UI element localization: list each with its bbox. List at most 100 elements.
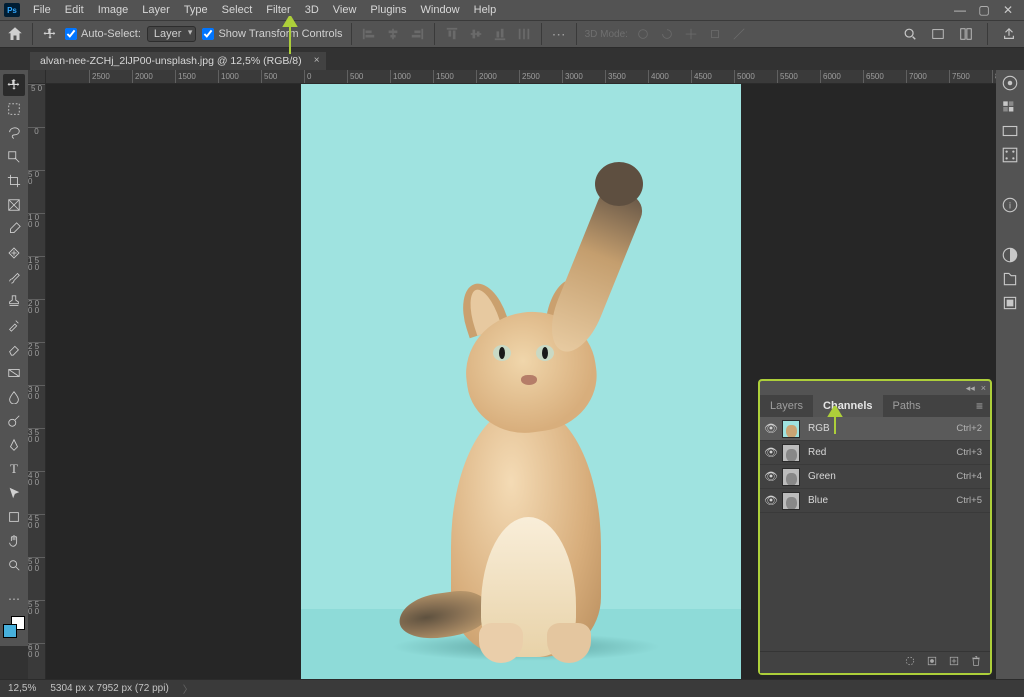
ruler-origin[interactable] — [28, 70, 46, 84]
healing-tool[interactable] — [3, 242, 25, 264]
menu-view[interactable]: View — [326, 4, 364, 16]
edit-toolbar-icon[interactable]: ⋯ — [3, 588, 25, 610]
home-icon[interactable] — [6, 25, 24, 43]
panel-gradients-icon[interactable] — [1001, 122, 1019, 140]
document-tab[interactable]: alvan-nee-ZCHj_2lJP00-unsplash.jpg @ 12,… — [30, 52, 326, 70]
marquee-tool[interactable] — [3, 98, 25, 120]
blur-tool[interactable] — [3, 386, 25, 408]
share-icon[interactable] — [1000, 25, 1018, 43]
menu-help[interactable]: Help — [467, 4, 504, 16]
close-tab-icon[interactable]: × — [314, 55, 320, 66]
frame-tool[interactable] — [3, 194, 25, 216]
visibility-toggle-icon[interactable]: 👁 — [760, 446, 782, 459]
menu-window[interactable]: Window — [414, 4, 467, 16]
show-transform-input[interactable] — [202, 28, 214, 40]
show-transform-checkbox[interactable]: Show Transform Controls — [202, 28, 342, 40]
panel-swatches-icon[interactable] — [1001, 98, 1019, 116]
lasso-tool[interactable] — [3, 122, 25, 144]
panel-styles-icon[interactable] — [1001, 294, 1019, 312]
align-hcenter-icon[interactable] — [384, 25, 402, 43]
path-select-tool[interactable] — [3, 482, 25, 504]
hand-tool[interactable] — [3, 530, 25, 552]
visibility-toggle-icon[interactable]: 👁 — [760, 422, 782, 435]
type-tool[interactable]: T — [3, 458, 25, 480]
align-bottom-icon[interactable] — [491, 25, 509, 43]
distribute-icon[interactable] — [515, 25, 533, 43]
align-right-icon[interactable] — [408, 25, 426, 43]
dodge-tool[interactable] — [3, 410, 25, 432]
menu-select[interactable]: Select — [215, 4, 260, 16]
pen-tool[interactable] — [3, 434, 25, 456]
ruler-horizontal[interactable]: 2500200015001000500050010001500200025003… — [46, 70, 996, 84]
panel-color-icon[interactable] — [1001, 74, 1019, 92]
menu-layer[interactable]: Layer — [135, 4, 177, 16]
move-tool[interactable] — [3, 74, 25, 96]
panel-adjustments-icon[interactable] — [1001, 246, 1019, 264]
eraser-tool[interactable] — [3, 338, 25, 360]
move-tool-icon[interactable] — [41, 25, 59, 43]
panel-patterns-icon[interactable] — [1001, 146, 1019, 164]
3d-scale-icon[interactable] — [730, 25, 748, 43]
eyedropper-tool[interactable] — [3, 218, 25, 240]
object-select-tool[interactable] — [3, 146, 25, 168]
window-minimize-icon[interactable]: — — [948, 3, 972, 17]
3d-orbit-icon[interactable] — [634, 25, 652, 43]
menu-type[interactable]: Type — [177, 4, 215, 16]
stamp-tool[interactable] — [3, 290, 25, 312]
3d-slide-icon[interactable] — [706, 25, 724, 43]
menu-plugins[interactable]: Plugins — [363, 4, 413, 16]
menu-filter[interactable]: Filter — [259, 4, 297, 16]
visibility-toggle-icon[interactable]: 👁 — [760, 470, 782, 483]
channel-row-rgb[interactable]: 👁RGBCtrl+2 — [760, 417, 990, 441]
menu-edit[interactable]: Edit — [58, 4, 91, 16]
gradient-tool[interactable] — [3, 362, 25, 384]
tab-paths[interactable]: Paths — [883, 395, 931, 417]
new-channel-icon[interactable] — [948, 655, 960, 670]
arrange-windows-icon[interactable] — [957, 25, 975, 43]
zoom-tool[interactable] — [3, 554, 25, 576]
load-selection-icon[interactable] — [904, 655, 916, 670]
channel-row-red[interactable]: 👁RedCtrl+3 — [760, 441, 990, 465]
channel-row-blue[interactable]: 👁BlueCtrl+5 — [760, 489, 990, 513]
visibility-toggle-icon[interactable]: 👁 — [760, 494, 782, 507]
panel-libraries-icon[interactable] — [1001, 270, 1019, 288]
auto-select-dropdown[interactable]: Layer — [147, 26, 197, 42]
menu-image[interactable]: Image — [91, 4, 136, 16]
window-close-icon[interactable]: ✕ — [996, 3, 1020, 17]
window-restore-icon[interactable]: ▢ — [972, 3, 996, 17]
channel-name: Blue — [808, 495, 946, 506]
auto-select-label: Auto-Select: — [81, 28, 141, 40]
save-selection-icon[interactable] — [926, 655, 938, 670]
panel-menu-icon[interactable]: ≡ — [970, 399, 990, 413]
collapse-panel-icon[interactable]: ◂◂ — [966, 383, 975, 394]
tab-channels[interactable]: Channels — [813, 395, 883, 417]
3d-roll-icon[interactable] — [658, 25, 676, 43]
auto-select-input[interactable] — [65, 28, 77, 40]
search-icon[interactable] — [901, 25, 919, 43]
align-vcenter-icon[interactable] — [467, 25, 485, 43]
tab-layers[interactable]: Layers — [760, 395, 813, 417]
foreground-color-swatch[interactable] — [3, 624, 17, 638]
document-canvas[interactable] — [301, 84, 741, 679]
zoom-level[interactable]: 12,5% — [8, 683, 36, 694]
align-left-icon[interactable] — [360, 25, 378, 43]
status-more-icon[interactable]: 〉 — [183, 681, 193, 696]
shape-tool[interactable] — [3, 506, 25, 528]
brush-tool[interactable] — [3, 266, 25, 288]
cloud-docs-icon[interactable] — [929, 25, 947, 43]
align-top-icon[interactable] — [443, 25, 461, 43]
history-brush-tool[interactable] — [3, 314, 25, 336]
crop-tool[interactable] — [3, 170, 25, 192]
delete-channel-icon[interactable] — [970, 655, 982, 670]
channels-panel[interactable]: ◂◂ × Layers Channels Paths ≡ 👁RGBCtrl+2👁… — [758, 379, 992, 675]
color-swatches[interactable] — [3, 616, 25, 642]
3d-pan-icon[interactable] — [682, 25, 700, 43]
channel-row-green[interactable]: 👁GreenCtrl+4 — [760, 465, 990, 489]
menu-3d[interactable]: 3D — [298, 4, 326, 16]
ruler-vertical[interactable]: 5 005 0 01 0 0 01 5 0 02 0 0 02 5 0 03 0… — [28, 84, 46, 679]
auto-select-checkbox[interactable]: Auto-Select: — [65, 28, 141, 40]
panel-properties-icon[interactable]: i — [1001, 196, 1019, 214]
menu-file[interactable]: File — [26, 4, 58, 16]
more-options-icon[interactable]: ⋯ — [550, 25, 568, 43]
close-panel-icon[interactable]: × — [981, 383, 986, 393]
